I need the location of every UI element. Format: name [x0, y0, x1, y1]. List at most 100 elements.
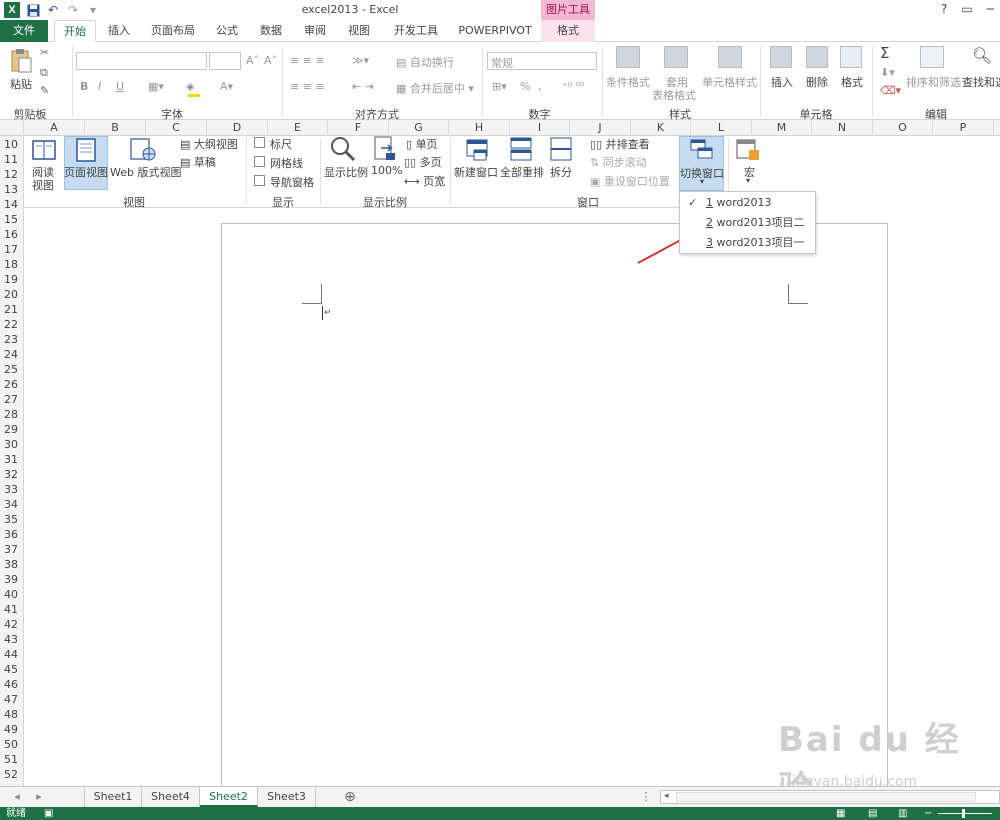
format-cells-icon[interactable]	[840, 46, 862, 68]
sort-filter-icon[interactable]	[920, 46, 944, 68]
row-header[interactable]: 51	[0, 752, 23, 767]
row-header[interactable]: 43	[0, 632, 23, 647]
arrange-all-icon[interactable]	[510, 136, 532, 162]
web-layout-icon[interactable]	[130, 138, 156, 162]
document-page[interactable]: ↵	[221, 223, 888, 786]
delete-cells-label[interactable]: 删除	[806, 74, 828, 90]
row-header[interactable]: 16	[0, 227, 23, 242]
row-header[interactable]: 50	[0, 737, 23, 752]
row-header[interactable]: 15	[0, 212, 23, 227]
column-header[interactable]: I	[510, 120, 570, 136]
tab-page-layout[interactable]: 页面布局	[145, 20, 201, 42]
prev-sheet-icon[interactable]: ◂	[6, 787, 28, 807]
switch-windows-button[interactable]: 切换窗口 ▾	[679, 136, 724, 191]
merge-center-button[interactable]: ▦ 合并后居中 ▾	[396, 80, 474, 96]
tab-view[interactable]: 视图	[342, 20, 376, 42]
row-header[interactable]: 17	[0, 242, 23, 257]
row-header[interactable]: 42	[0, 617, 23, 632]
font-size-box[interactable]	[209, 52, 241, 70]
row-header[interactable]: 13	[0, 182, 23, 197]
insert-cells-icon[interactable]	[770, 46, 792, 68]
column-header[interactable]: C	[146, 120, 207, 136]
zoom-slider-thumb[interactable]	[962, 809, 965, 818]
column-header[interactable]: H	[449, 120, 510, 136]
number-format-select[interactable]: 常规	[487, 52, 597, 70]
draft-view-button[interactable]: ▤ 草稿	[180, 154, 216, 170]
border-icon[interactable]: ▦▾	[148, 80, 164, 93]
sheet-tab-sheet4[interactable]: Sheet4	[142, 787, 200, 807]
tab-splitter-icon[interactable]: ⋮	[640, 787, 652, 807]
format-painter-icon[interactable]: ✎	[40, 84, 49, 97]
sheet-tab-sheet1[interactable]: Sheet1	[84, 787, 142, 807]
multiple-pages-button[interactable]: ▯▯ 多页	[404, 154, 442, 170]
row-header[interactable]: 47	[0, 692, 23, 707]
ruler-checkbox[interactable]	[254, 137, 265, 148]
read-mode-icon[interactable]	[32, 138, 56, 162]
row-header[interactable]: 24	[0, 347, 23, 362]
row-header[interactable]: 26	[0, 377, 23, 392]
wrap-text-button[interactable]: ▤ 自动换行	[396, 54, 454, 70]
row-header[interactable]: 19	[0, 272, 23, 287]
help-button[interactable]: ?	[941, 2, 947, 16]
grow-font-icon[interactable]: A˄	[246, 54, 259, 67]
align-left-icon[interactable]: ≡ ≡ ≡	[290, 80, 325, 93]
tab-format[interactable]: 格式	[541, 20, 595, 42]
sheet-tab-sheet2[interactable]: Sheet2	[200, 787, 258, 807]
row-header[interactable]: 44	[0, 647, 23, 662]
zoom-icon[interactable]	[330, 136, 356, 162]
column-header[interactable]: K	[631, 120, 691, 136]
minimize-icon[interactable]: ─	[987, 2, 994, 16]
side-by-side-button[interactable]: ▯▯ 并排查看	[590, 136, 650, 152]
row-header[interactable]: 35	[0, 512, 23, 527]
zoom-label[interactable]: 显示比例	[324, 164, 368, 180]
row-header[interactable]: 38	[0, 557, 23, 572]
row-header[interactable]: 28	[0, 407, 23, 422]
split-icon[interactable]	[550, 136, 572, 162]
page-break-view-icon[interactable]: ▥	[898, 807, 907, 820]
align-top-icon[interactable]: ≡ ≡ ≡	[290, 54, 325, 67]
fill-color-icon[interactable]: ◈	[186, 80, 200, 94]
row-header[interactable]: 40	[0, 587, 23, 602]
conditional-format-label[interactable]: 条件格式	[606, 74, 650, 90]
column-header[interactable]: D	[207, 120, 268, 136]
row-header[interactable]: 41	[0, 602, 23, 617]
column-header[interactable]: J	[570, 120, 631, 136]
outline-view-button[interactable]: ▤ 大纲视图	[180, 136, 238, 152]
decimal-icon[interactable]: ⁺⁰ ⁰⁰	[562, 80, 585, 93]
one-page-button[interactable]: ▯ 单页	[406, 136, 438, 152]
clear-icon[interactable]: ⌫▾	[880, 84, 901, 97]
row-header[interactable]: 14	[0, 197, 23, 212]
arrange-all-label[interactable]: 全部重排	[500, 164, 544, 180]
zoom-100-icon[interactable]	[374, 136, 396, 162]
find-icon[interactable]: 🔍︎	[972, 46, 994, 68]
row-header[interactable]: 49	[0, 722, 23, 737]
column-header[interactable]: L	[691, 120, 752, 136]
row-header[interactable]: 46	[0, 677, 23, 692]
macro-icon[interactable]	[736, 138, 760, 162]
page-width-button[interactable]: ⟷ 页宽	[404, 173, 445, 189]
new-window-label[interactable]: 新建窗口	[454, 164, 498, 180]
delete-cells-icon[interactable]	[806, 46, 828, 68]
bold-button[interactable]: B	[80, 80, 88, 93]
row-header[interactable]: 36	[0, 527, 23, 542]
normal-view-icon[interactable]: ▦	[836, 807, 845, 820]
gridlines-checkbox[interactable]	[254, 156, 265, 167]
row-header[interactable]: 27	[0, 392, 23, 407]
row-header[interactable]: 11	[0, 152, 23, 167]
row-header[interactable]: 20	[0, 287, 23, 302]
web-layout-label[interactable]: Web 版式视图	[110, 164, 181, 180]
zoom-slider[interactable]	[938, 813, 992, 814]
conditional-format-icon[interactable]	[616, 46, 640, 68]
format-as-table-icon[interactable]	[664, 46, 688, 68]
column-header[interactable]: B	[85, 120, 146, 136]
ribbon-options-icon[interactable]: ▭	[961, 2, 972, 16]
comma-button[interactable]: ,	[538, 80, 542, 93]
macro-record-icon[interactable]: ▣	[44, 807, 53, 820]
row-header[interactable]: 12	[0, 167, 23, 182]
row-header[interactable]: 52	[0, 767, 23, 782]
tab-review[interactable]: 审阅	[298, 20, 332, 42]
row-header[interactable]: 33	[0, 482, 23, 497]
column-header[interactable]: O	[873, 120, 933, 136]
row-header[interactable]: 37	[0, 542, 23, 557]
cut-icon[interactable]: ✂	[40, 46, 49, 59]
